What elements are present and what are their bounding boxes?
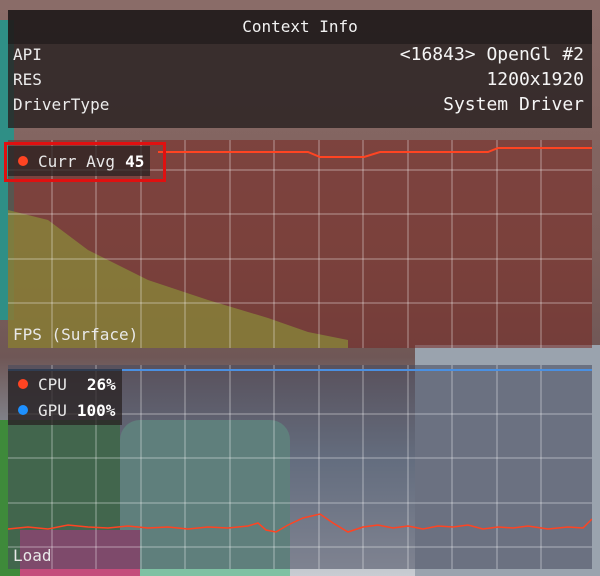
load-legend: CPU 26% GPU 100% (8, 369, 122, 425)
driver-value: System Driver (443, 94, 584, 115)
cpu-label: CPU (38, 374, 67, 394)
highlight-box (4, 142, 166, 182)
load-graph-label: Load (13, 546, 52, 565)
api-row: API <16843> OpenGl #2 (8, 44, 592, 69)
api-key: API (13, 45, 42, 64)
api-value: <16843> OpenGl #2 (399, 44, 584, 65)
cpu-dot-icon (18, 379, 28, 389)
driver-row: DriverType System Driver (8, 94, 592, 119)
res-key: RES (13, 70, 42, 89)
gpu-legend-item: GPU 100% (12, 397, 116, 423)
context-info-panel: Context Info API <16843> OpenGl #2 RES 1… (8, 10, 592, 128)
driver-key: DriverType (13, 95, 110, 114)
cpu-legend-item: CPU 26% (12, 371, 116, 397)
fps-graph-label: FPS (Surface) (13, 325, 139, 344)
res-value: 1200x1920 (486, 69, 584, 90)
gpu-dot-icon (18, 405, 28, 415)
gpu-value: 100% (76, 400, 116, 420)
cpu-value: 26% (86, 374, 116, 394)
context-info-title: Context Info (8, 10, 592, 44)
gpu-label: GPU (38, 400, 67, 420)
fps-line (158, 147, 592, 158)
res-row: RES 1200x1920 (8, 69, 592, 94)
